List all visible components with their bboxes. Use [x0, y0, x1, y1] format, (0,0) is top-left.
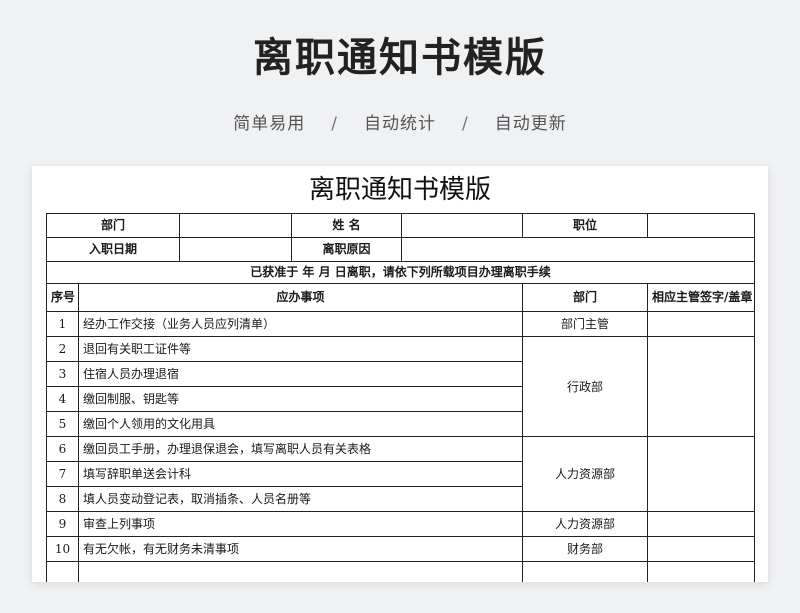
table-row: 6 缴回员工手册，办理退保退会，填写离职人员有关表格 人力资源部	[46, 436, 756, 512]
header-dept: 部门	[522, 283, 649, 312]
dept-label: 部门	[45, 213, 181, 238]
info-row-2: 入职日期 离职原因	[45, 237, 756, 262]
leave-reason-value-cell[interactable]	[401, 237, 756, 262]
row-item: 缴回个人领用的文化用具	[77, 411, 524, 437]
tagline-separator: /	[462, 114, 469, 134]
notice-row: 已获准于 年 月 日离职，请依下列所载项目办理离职手续	[45, 261, 756, 284]
name-label: 姓 名	[291, 213, 403, 238]
row-no: 5	[46, 411, 79, 437]
column-header-row: 序号 应办事项 部门 相应主管签字/盖章	[46, 283, 756, 312]
leave-reason-label: 离职原因	[291, 237, 403, 262]
row-no: 1	[46, 311, 79, 337]
info-row-1: 部门 姓 名 职位	[45, 213, 756, 238]
form-sheet: 离职通知书模版 部门 姓 名 职位 入职日期 离职原因 已获准于 年 月 日离职…	[32, 166, 768, 582]
row-item: 住宿人员办理退宿	[77, 361, 524, 387]
row-no: 7	[46, 461, 79, 487]
feature-update: 自动更新	[494, 114, 567, 134]
row-no: 8	[46, 486, 79, 512]
row-no: 2	[46, 336, 79, 362]
header-sign: 相应主管签字/盖章	[647, 283, 756, 312]
feature-tagline: 简单易用 / 自动统计 / 自动更新	[0, 112, 800, 136]
header-item: 应办事项	[77, 283, 524, 312]
row-no: 10	[46, 536, 79, 562]
signature-cell[interactable]	[647, 436, 756, 512]
row-item: 有无欠帐，有无财务未清事项	[77, 536, 524, 562]
tagline-separator: /	[331, 114, 338, 134]
row-no: 6	[46, 436, 79, 462]
position-value-cell[interactable]	[647, 213, 756, 238]
signature-cell[interactable]	[647, 311, 756, 337]
table-row: 1 经办工作交接（业务人员应列清单） 部门主管	[46, 311, 756, 337]
table-row-partial	[46, 561, 756, 582]
signature-cell[interactable]	[647, 511, 756, 537]
feature-easy: 简单易用	[233, 114, 306, 134]
table-row: 10 有无欠帐，有无财务未清事项 财务部	[46, 536, 756, 562]
notice-text: 已获准于 年 月 日离职，请依下列所载项目办理离职手续	[45, 261, 756, 284]
row-no: 4	[46, 386, 79, 412]
row-item: 填人员变动登记表，取消插条、人员名册等	[77, 486, 524, 512]
row-item: 缴回员工手册，办理退保退会，填写离职人员有关表格	[77, 436, 524, 462]
dept-value-cell[interactable]	[179, 213, 293, 238]
row-no: 9	[46, 511, 79, 537]
feature-stats: 自动统计	[364, 114, 436, 134]
row-dept: 人力资源部	[522, 436, 649, 512]
join-date-label: 入职日期	[45, 237, 181, 262]
resignation-form-table: 部门 姓 名 职位 入职日期 离职原因 已获准于 年 月 日离职，请依下列所载项…	[45, 213, 756, 582]
header-no: 序号	[46, 283, 79, 312]
row-item: 缴回制服、钥匙等	[77, 386, 524, 412]
signature-cell[interactable]	[647, 536, 756, 562]
table-row: 9 审查上列事项 人力资源部	[46, 511, 756, 537]
row-item: 退回有关职工证件等	[77, 336, 524, 362]
row-no: 3	[46, 361, 79, 387]
row-dept: 行政部	[522, 336, 649, 437]
row-item: 审查上列事项	[77, 511, 524, 537]
join-date-value-cell[interactable]	[179, 237, 293, 262]
name-value-cell[interactable]	[401, 213, 524, 238]
row-dept: 部门主管	[522, 311, 649, 337]
banner-title: 离职通知书模版	[253, 35, 547, 81]
row-dept: 人力资源部	[522, 511, 649, 537]
sheet-title: 离职通知书模版	[308, 175, 491, 205]
row-dept: 财务部	[522, 536, 649, 562]
position-label: 职位	[522, 213, 649, 238]
row-item: 填写辞职单送会计科	[77, 461, 524, 487]
row-item: 经办工作交接（业务人员应列清单）	[77, 311, 524, 337]
table-row: 2 退回有关职工证件等 行政部	[46, 336, 756, 437]
signature-cell[interactable]	[647, 336, 756, 437]
